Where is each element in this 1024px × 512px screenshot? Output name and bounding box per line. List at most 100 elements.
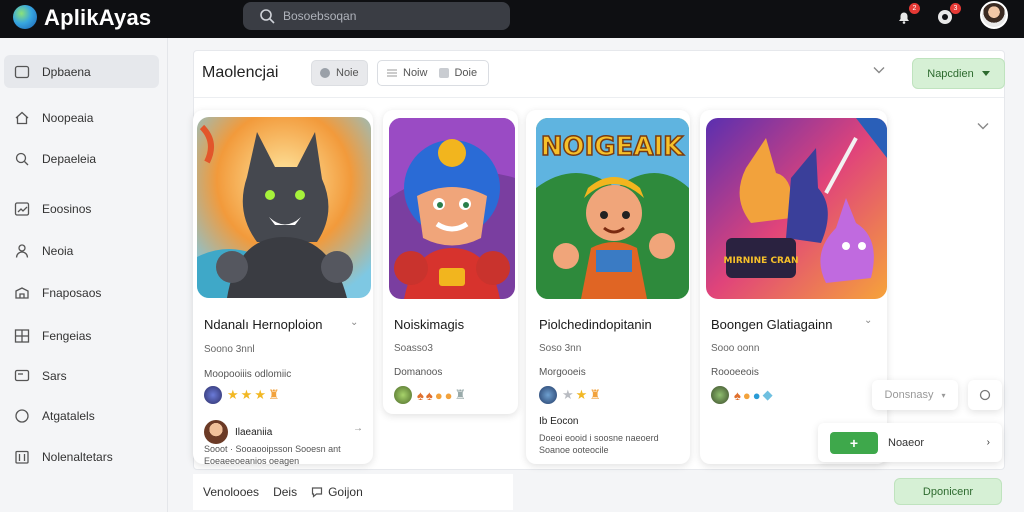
sidebar-item-search[interactable]: Depaeleia bbox=[4, 142, 159, 175]
game-title[interactable]: Piolchedindopitanin bbox=[539, 317, 652, 332]
view-list-label[interactable]: Noiw bbox=[403, 67, 427, 79]
star-icon: ♜ bbox=[589, 387, 601, 402]
flame-icon: ♠ bbox=[417, 387, 424, 403]
sidebar-item-user[interactable]: Neoia bbox=[4, 234, 159, 267]
game-title[interactable]: Noiskimagis bbox=[394, 317, 464, 332]
reply-icon[interactable]: → bbox=[353, 423, 363, 434]
star-icon: ♜ bbox=[454, 387, 467, 402]
sidebar-item-dashboard[interactable]: Dpbaena bbox=[4, 55, 159, 88]
filter-chip-primary[interactable]: Noie bbox=[311, 60, 368, 86]
user-icon bbox=[15, 243, 29, 258]
chevron-down-icon[interactable]: ⌄ bbox=[864, 315, 872, 326]
sidebar-item-label: Nolenaltetars bbox=[42, 449, 113, 464]
sidebar-item-home[interactable]: Noopeaia bbox=[4, 101, 159, 134]
sidebar-item-label: Eoosinos bbox=[42, 201, 92, 216]
game-art-hero[interactable] bbox=[389, 118, 515, 299]
user-avatar[interactable] bbox=[980, 1, 1008, 29]
sidebar-item-tables[interactable]: Fengeias bbox=[4, 319, 159, 352]
panel-title: Maolencjai bbox=[202, 64, 279, 81]
comment-label: Goijon bbox=[328, 485, 363, 499]
gem-icon: ◆ bbox=[762, 387, 773, 402]
sidebar-item-stats[interactable]: Eoosinos bbox=[4, 192, 159, 225]
bottom-link-comments[interactable]: Goijon bbox=[311, 485, 363, 499]
sidebar-item-label: Depaeleia bbox=[42, 151, 97, 166]
star-icon: ★ bbox=[227, 387, 239, 402]
view-grid-label[interactable]: Doie bbox=[454, 67, 477, 79]
flame-icon: ♠ bbox=[734, 387, 741, 403]
game-art-werewolf[interactable] bbox=[197, 117, 371, 298]
avatar bbox=[394, 386, 412, 404]
rating-stars: ♠ ♠ ● ● ♜ bbox=[394, 386, 466, 404]
compass-icon bbox=[15, 408, 29, 423]
bottom-primary-button[interactable]: Dponicenr bbox=[894, 478, 1002, 505]
game-meta: Soso 3nn bbox=[539, 343, 582, 354]
toggle-icon bbox=[320, 68, 330, 78]
game-title[interactable]: Boongen Glatiagainn bbox=[711, 317, 832, 332]
game-title[interactable]: Ndanalı Hernoploion bbox=[204, 317, 323, 332]
comment-text: Doeoi eooid i soosne naeoerd Soanoe oote… bbox=[539, 433, 659, 455]
sort-label: Donsnasy bbox=[884, 389, 934, 401]
chevron-down-icon[interactable] bbox=[873, 66, 885, 74]
game-art-adventure[interactable]: NOIGEAIK bbox=[536, 118, 689, 299]
primary-action-button[interactable]: Napcdien bbox=[912, 58, 1005, 89]
game-card[interactable]: MIRNINE CRAN Boongen Glatiagainn ⌄ Sooo … bbox=[700, 110, 887, 464]
search-icon bbox=[15, 152, 29, 165]
sidebar-item-packages[interactable]: Fnaposaos bbox=[4, 276, 159, 309]
game-genre: Moopooiiis odlomiic bbox=[204, 369, 292, 380]
avatar bbox=[204, 386, 222, 404]
avatar bbox=[711, 386, 729, 404]
bottom-bar: Venolooes Deis Goijon bbox=[193, 474, 513, 510]
art-text: NOIGEAIK bbox=[541, 132, 684, 162]
game-meta: Soono 3nnl bbox=[204, 344, 255, 355]
chevron-down-icon[interactable]: ⌄ bbox=[350, 317, 358, 328]
sidebar-item-calendar[interactable]: Nolenaltetars bbox=[4, 440, 159, 473]
game-genre: Roooeeois bbox=[711, 367, 759, 378]
game-art-battle[interactable]: MIRNINE CRAN bbox=[706, 118, 887, 299]
game-card[interactable]: NOIGEAIK Piolchedindopitanin Soso 3nn Mo… bbox=[526, 110, 690, 464]
commenter-name: Ib Eocon bbox=[539, 416, 579, 427]
sidebar-item-label: Sars bbox=[42, 368, 67, 383]
chart-icon bbox=[14, 201, 30, 216]
rating-stars: ★ ★ ♜ bbox=[539, 386, 601, 404]
game-card[interactable]: Noiskimagis Soasso3 Domanoos ♠ ♠ ● ● ♜ bbox=[383, 110, 518, 414]
rating-stars: ★ ★ ★ ♜ bbox=[204, 386, 280, 404]
game-card[interactable]: Ndanalı Hernoploion ⌄ Soono 3nnl Moopooi… bbox=[193, 110, 373, 466]
sidebar-item-explore[interactable]: Atgatalels bbox=[4, 399, 159, 432]
calendar-icon bbox=[15, 450, 29, 464]
search-icon bbox=[260, 9, 275, 24]
action-label: Napcdien bbox=[927, 67, 974, 80]
badge-icon: ● bbox=[742, 387, 751, 403]
sidebar-item-screens[interactable]: Sars bbox=[4, 359, 159, 392]
commenter-avatar[interactable] bbox=[204, 420, 228, 444]
chevron-right-icon[interactable]: › bbox=[987, 437, 990, 448]
quick-add-panel: + Noaeor › bbox=[818, 423, 1002, 462]
sidebar-item-label: Fnaposaos bbox=[42, 285, 102, 300]
settings-button[interactable] bbox=[968, 380, 1002, 410]
app-logo-icon[interactable] bbox=[13, 5, 37, 29]
badge-icon: ● bbox=[444, 387, 453, 403]
game-meta: Sooo oonn bbox=[711, 343, 760, 354]
panel-header: Maolencjai Noie Noiw Doie Napcdien bbox=[194, 51, 1005, 98]
quick-add-label: Noaeor bbox=[888, 436, 925, 449]
add-button[interactable]: + bbox=[830, 431, 878, 454]
sidebar-item-label: Neoia bbox=[42, 243, 74, 258]
search-box[interactable] bbox=[243, 2, 510, 30]
home-icon bbox=[15, 111, 29, 124]
comment-text: Sooot · Sooaooipsson Sooesn ant Eoeaeeoe… bbox=[204, 444, 341, 466]
comment-icon bbox=[311, 487, 323, 498]
commenter-name: Ilaeaniia bbox=[235, 427, 273, 438]
avatar bbox=[539, 386, 557, 404]
messages-button[interactable]: 3 bbox=[934, 3, 961, 28]
sidebar-item-label: Fengeias bbox=[42, 328, 92, 343]
notifications-button[interactable]: 2 bbox=[893, 3, 920, 28]
list-icon bbox=[387, 69, 397, 77]
search-input[interactable] bbox=[283, 9, 483, 23]
star-icon: ♜ bbox=[267, 387, 280, 402]
sort-dropdown[interactable]: Donsnasy ▾ bbox=[872, 380, 958, 410]
game-genre: Domanoos bbox=[394, 367, 443, 378]
caret-down-icon: ▾ bbox=[941, 390, 946, 400]
view-toggle-group[interactable]: Noiw Doie bbox=[377, 60, 489, 86]
chevron-down-icon[interactable] bbox=[977, 122, 989, 130]
bottom-link-volumes[interactable]: Venolooes bbox=[203, 485, 259, 499]
bottom-link-details[interactable]: Deis bbox=[273, 485, 297, 499]
